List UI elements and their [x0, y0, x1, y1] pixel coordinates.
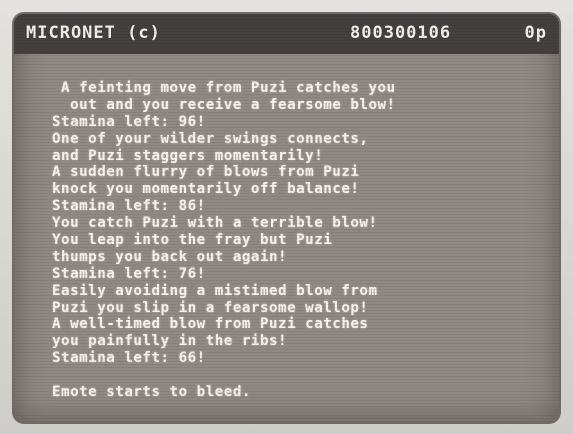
- message-line: Stamina left: 86!: [52, 198, 206, 215]
- message-line: Stamina left: 76!: [52, 265, 206, 282]
- message-line: You catch Puzi with a terrible blow!: [52, 215, 378, 232]
- message-line: A well-timed blow from Puzi catches: [52, 316, 369, 333]
- monitor-bezel: MICRONET (c) 800300106 0p A feinting mov…: [0, 0, 573, 434]
- account-code: 800300106: [350, 23, 452, 43]
- message-line: Stamina left: 96!: [52, 113, 206, 130]
- message-line: A sudden flurry of blows from Puzi: [52, 164, 360, 181]
- message-log: A feinting move from Puzi catches you ou…: [52, 80, 552, 401]
- message-line: you painfully in the ribs!: [52, 333, 288, 350]
- message-line: Puzi you slip in a fearsome wallop!: [52, 299, 369, 316]
- message-line: Easily avoiding a mistimed blow from: [52, 282, 378, 299]
- message-line: thumps you back out again!: [52, 248, 288, 265]
- service-name: MICRONET (c): [26, 23, 161, 43]
- message-line: You leap into the fray but Puzi: [52, 232, 333, 249]
- footer-message: Emote starts to bleed.: [52, 384, 251, 401]
- message-line: A feinting move from Puzi catches you: [52, 80, 396, 96]
- message-line: knock you momentarily off balance!: [52, 181, 360, 198]
- terminal-screen: MICRONET (c) 800300106 0p A feinting mov…: [14, 14, 559, 422]
- page-cost: 0p: [524, 23, 547, 43]
- message-line: and Puzi staggers momentarily!: [52, 147, 324, 164]
- message-line: out and you receive a fearsome blow!: [52, 96, 396, 113]
- message-line: Stamina left: 66!: [52, 350, 206, 367]
- message-line: One of your wilder swings connects,: [52, 130, 369, 147]
- status-bar: MICRONET (c) 800300106 0p: [14, 14, 559, 54]
